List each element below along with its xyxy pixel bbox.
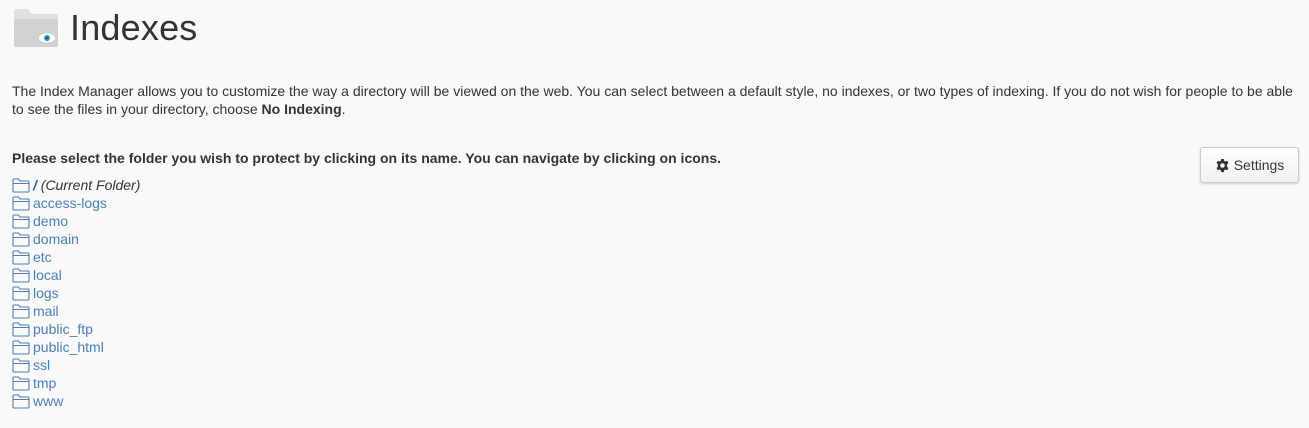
folder-link[interactable]: domain (33, 230, 79, 248)
folder-item[interactable]: ssl (12, 356, 140, 374)
folder-icon[interactable] (12, 375, 30, 391)
page-title: Indexes (70, 7, 198, 48)
folder-link[interactable]: mail (33, 302, 59, 320)
folder-item[interactable]: public_ftp (12, 320, 140, 338)
folder-icon[interactable] (12, 285, 30, 301)
folder-icon[interactable] (12, 321, 30, 337)
folder-link[interactable]: logs (33, 284, 59, 302)
folder-icon[interactable] (12, 357, 30, 373)
folder-item[interactable]: public_html (12, 338, 140, 356)
settings-button[interactable]: Settings (1200, 147, 1299, 183)
page-description: The Index Manager allows you to customiz… (12, 82, 1297, 118)
folder-item[interactable]: etc (12, 248, 140, 266)
folder-link[interactable]: public_ftp (33, 320, 93, 338)
folder-icon[interactable] (12, 195, 30, 211)
folder-eye-icon (14, 9, 58, 47)
folder-link[interactable]: access-logs (33, 194, 107, 212)
folder-item[interactable]: mail (12, 302, 140, 320)
folder-icon[interactable] (12, 267, 30, 283)
no-indexing-emphasis: No Indexing (261, 101, 342, 117)
folder-link[interactable]: public_html (33, 338, 104, 356)
folder-link[interactable]: demo (33, 212, 68, 230)
folder-item[interactable]: demo (12, 212, 140, 230)
folder-current[interactable]: / (Current Folder) (12, 176, 140, 194)
page-header: Indexes (12, 6, 198, 50)
folder-icon[interactable] (12, 303, 30, 319)
folder-icon[interactable] (12, 393, 30, 409)
folder-icon[interactable] (12, 231, 30, 247)
current-folder-label: (Current Folder) (40, 177, 141, 193)
folder-link[interactable]: tmp (33, 374, 56, 392)
current-folder-slash[interactable]: / (33, 177, 37, 193)
folder-link[interactable]: etc (33, 248, 52, 266)
folder-link[interactable]: local (33, 266, 62, 284)
gear-icon (1216, 158, 1229, 172)
folder-icon[interactable] (12, 213, 30, 229)
folder-item[interactable]: tmp (12, 374, 140, 392)
description-text: The Index Manager allows you to customiz… (12, 83, 1293, 117)
folder-link[interactable]: ssl (33, 356, 50, 374)
folder-icon[interactable] (12, 249, 30, 265)
folder-instruction: Please select the folder you wish to pro… (12, 150, 722, 166)
folder-link[interactable]: www (33, 392, 63, 410)
folder-icon[interactable] (12, 177, 30, 193)
folder-item[interactable]: domain (12, 230, 140, 248)
folder-icon[interactable] (12, 339, 30, 355)
description-end: . (341, 101, 346, 117)
folder-item[interactable]: access-logs (12, 194, 140, 212)
folder-tree: / (Current Folder) access-logs demo doma… (12, 176, 140, 410)
folder-item[interactable]: logs (12, 284, 140, 302)
settings-button-label: Settings (1233, 157, 1285, 173)
folder-item[interactable]: www (12, 392, 140, 410)
folder-item[interactable]: local (12, 266, 140, 284)
